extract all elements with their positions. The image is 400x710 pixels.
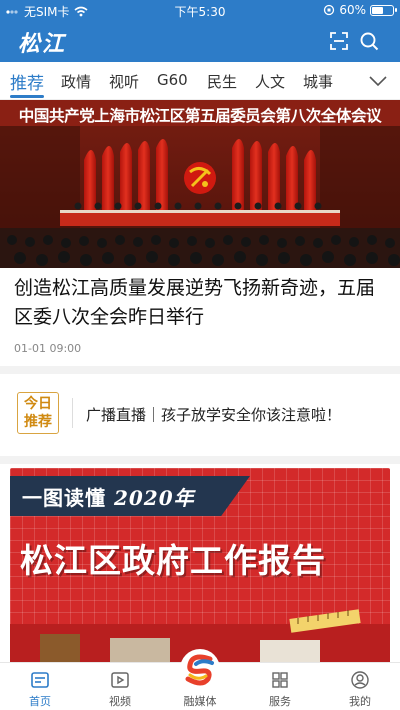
search-icon[interactable] <box>358 30 380 52</box>
nav-label: 首页 <box>29 695 51 708</box>
app-header: 松江 <box>0 20 400 62</box>
home-icon <box>31 672 49 688</box>
nav-video[interactable]: 视频 <box>80 663 160 710</box>
tab-recommend[interactable]: 推荐 <box>10 69 44 94</box>
chevron-down-icon[interactable] <box>368 72 388 90</box>
nav-home[interactable]: 首页 <box>0 663 80 710</box>
battery-percent: 60% <box>339 3 366 17</box>
recommend-badge: 今日 推荐 <box>17 392 59 434</box>
badge-line-1: 今日 <box>24 396 52 412</box>
nav-service[interactable]: 服务 <box>240 663 320 710</box>
badge-line-2: 推荐 <box>24 414 52 430</box>
article-date: 01-01 09:00 <box>14 342 82 355</box>
tab-audiovisual[interactable]: 视听 <box>109 71 139 92</box>
battery-fill <box>372 6 384 14</box>
media-logo-icon <box>180 649 220 689</box>
video-icon <box>111 672 129 688</box>
bottom-nav: 首页 视频 融媒体 服务 我的 <box>0 649 400 710</box>
recommend-separator <box>72 398 73 428</box>
category-tabs: 推荐 政情 视听 G60 民生 人文 城事 <box>0 62 400 100</box>
section-divider <box>0 366 400 374</box>
tab-g60[interactable]: G60 <box>157 71 188 89</box>
banner-title: 松江区政府工作报告 <box>20 541 326 580</box>
active-tab-indicator <box>10 95 44 98</box>
nav-label: 服务 <box>269 695 291 708</box>
recommend-text: 广播直播｜孩子放学安全你该注意啦！ <box>86 406 342 424</box>
daily-recommend[interactable]: 今日 推荐 广播直播｜孩子放学安全你该注意啦！ <box>0 376 400 458</box>
grid-icon <box>272 672 288 688</box>
app-logo: 松江 <box>18 31 67 57</box>
tab-city[interactable]: 城事 <box>303 71 333 92</box>
banner-year: 2020年 <box>113 486 195 510</box>
hero-headline: 中国共产党上海市松江区第五届委员会第八次全体会议 <box>18 107 382 125</box>
profile-icon <box>351 671 369 689</box>
tab-politics[interactable]: 政情 <box>61 71 91 92</box>
status-right: 60% <box>323 3 397 17</box>
tab-culture[interactable]: 人文 <box>255 71 285 92</box>
article-title[interactable]: 创造松江高质量发展逆势飞扬新奇迹，五届区委八次全会昨日举行 <box>14 274 390 332</box>
nav-label: 我的 <box>349 695 371 708</box>
nav-label: 视频 <box>109 695 131 708</box>
tab-livelihood[interactable]: 民生 <box>207 71 237 92</box>
scan-icon[interactable] <box>328 30 350 52</box>
status-bar: 无SIM卡 下午5:30 60% <box>0 0 400 20</box>
report-banner[interactable]: 一图读懂 2020年 松江区政府工作报告 <box>10 468 390 664</box>
orientation-lock-icon <box>324 4 335 16</box>
banner-subtitle: 一图读懂 2020年 <box>22 482 195 511</box>
nav-profile[interactable]: 我的 <box>320 663 400 710</box>
banner-subtitle-text: 一图读懂 <box>22 486 106 510</box>
nav-label: 融媒体 <box>183 695 217 708</box>
battery-icon <box>370 4 397 16</box>
hero-banner[interactable]: 中国共产党上海市松江区第五届委员会第八次全体会议 <box>0 100 400 268</box>
section-divider <box>0 456 400 464</box>
nav-media[interactable]: 融媒体 <box>160 649 240 710</box>
